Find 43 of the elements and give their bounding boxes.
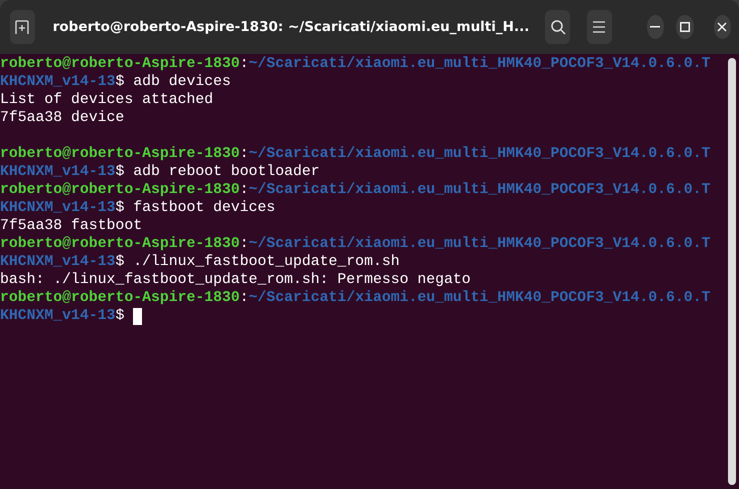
terminal-text: $ ./linux_fastboot_update_rom.sh — [115, 253, 400, 271]
close-button[interactable] — [714, 15, 732, 39]
prompt-user: roberto@roberto-Aspire-1830 — [0, 55, 240, 73]
new-tab-button[interactable] — [10, 10, 35, 44]
terminal-text: $ adb devices — [115, 73, 231, 91]
terminal-text: : — [240, 145, 249, 163]
close-icon — [717, 22, 728, 32]
prompt-path: KHCNXM_v14-13 — [0, 73, 116, 91]
terminal-text: $ — [115, 307, 124, 325]
prompt-path: KHCNXM_v14-13 — [0, 199, 116, 217]
prompt-path: ~/Scaricati/xiaomi.eu_multi_HMK40_POCOF3_V14.0.6.0.T — [248, 235, 710, 253]
prompt-path: ~/Scaricati/xiaomi.eu_multi_HMK40_POCOF3_V14.0.6.0.T — [248, 289, 710, 307]
window-title: roberto@roberto-Aspire-1830: ~/Scaricati/xiaomi.eu_multi_H... — [52, 18, 530, 37]
terminal-text: 7f5aa38 device — [0, 109, 124, 127]
search-button[interactable] — [545, 10, 570, 44]
prompt-user: roberto@roberto-Aspire-1830 — [0, 289, 240, 307]
menu-icon — [592, 21, 606, 33]
maximize-icon — [680, 22, 690, 32]
new-tab-icon — [14, 19, 30, 35]
prompt-path: ~/Scaricati/xiaomi.eu_multi_HMK40_POCOF3_V14.0.6.0.T — [248, 181, 710, 199]
prompt-path: KHCNXM_v14-13 — [0, 163, 116, 181]
maximize-button[interactable] — [676, 15, 694, 39]
search-icon — [550, 19, 566, 35]
prompt-path: KHCNXM_v14-13 — [0, 253, 116, 271]
terminal-text: 7f5aa38 fastboot — [0, 217, 142, 235]
menu-button[interactable] — [587, 10, 612, 44]
prompt-path: ~/Scaricati/xiaomi.eu_multi_HMK40_POCOF3_V14.0.6.0.T — [248, 55, 710, 73]
terminal-text: : — [240, 55, 249, 73]
terminal-text: : — [240, 235, 249, 253]
prompt-user: roberto@roberto-Aspire-1830 — [0, 145, 240, 163]
minimize-icon — [650, 26, 660, 28]
minimize-button[interactable] — [646, 15, 664, 39]
prompt-path: KHCNXM_v14-13 — [0, 307, 116, 325]
prompt-user: roberto@roberto-Aspire-1830 — [0, 181, 240, 199]
terminal-text: : — [240, 181, 249, 199]
terminal-text: : — [240, 289, 249, 307]
scrollbar[interactable] — [728, 58, 736, 485]
terminal-text: $ adb reboot bootloader — [115, 163, 320, 181]
terminal-text: bash: ./linux_fastboot_update_rom.sh: Permesso negato — [0, 271, 471, 289]
terminal-text: List of devices attached — [0, 91, 214, 109]
prompt-user: roberto@roberto-Aspire-1830 — [0, 235, 240, 253]
prompt-path: ~/Scaricati/xiaomi.eu_multi_HMK40_POCOF3_V14.0.6.0.T — [248, 145, 710, 163]
terminal-text: $ fastboot devices — [115, 199, 276, 217]
